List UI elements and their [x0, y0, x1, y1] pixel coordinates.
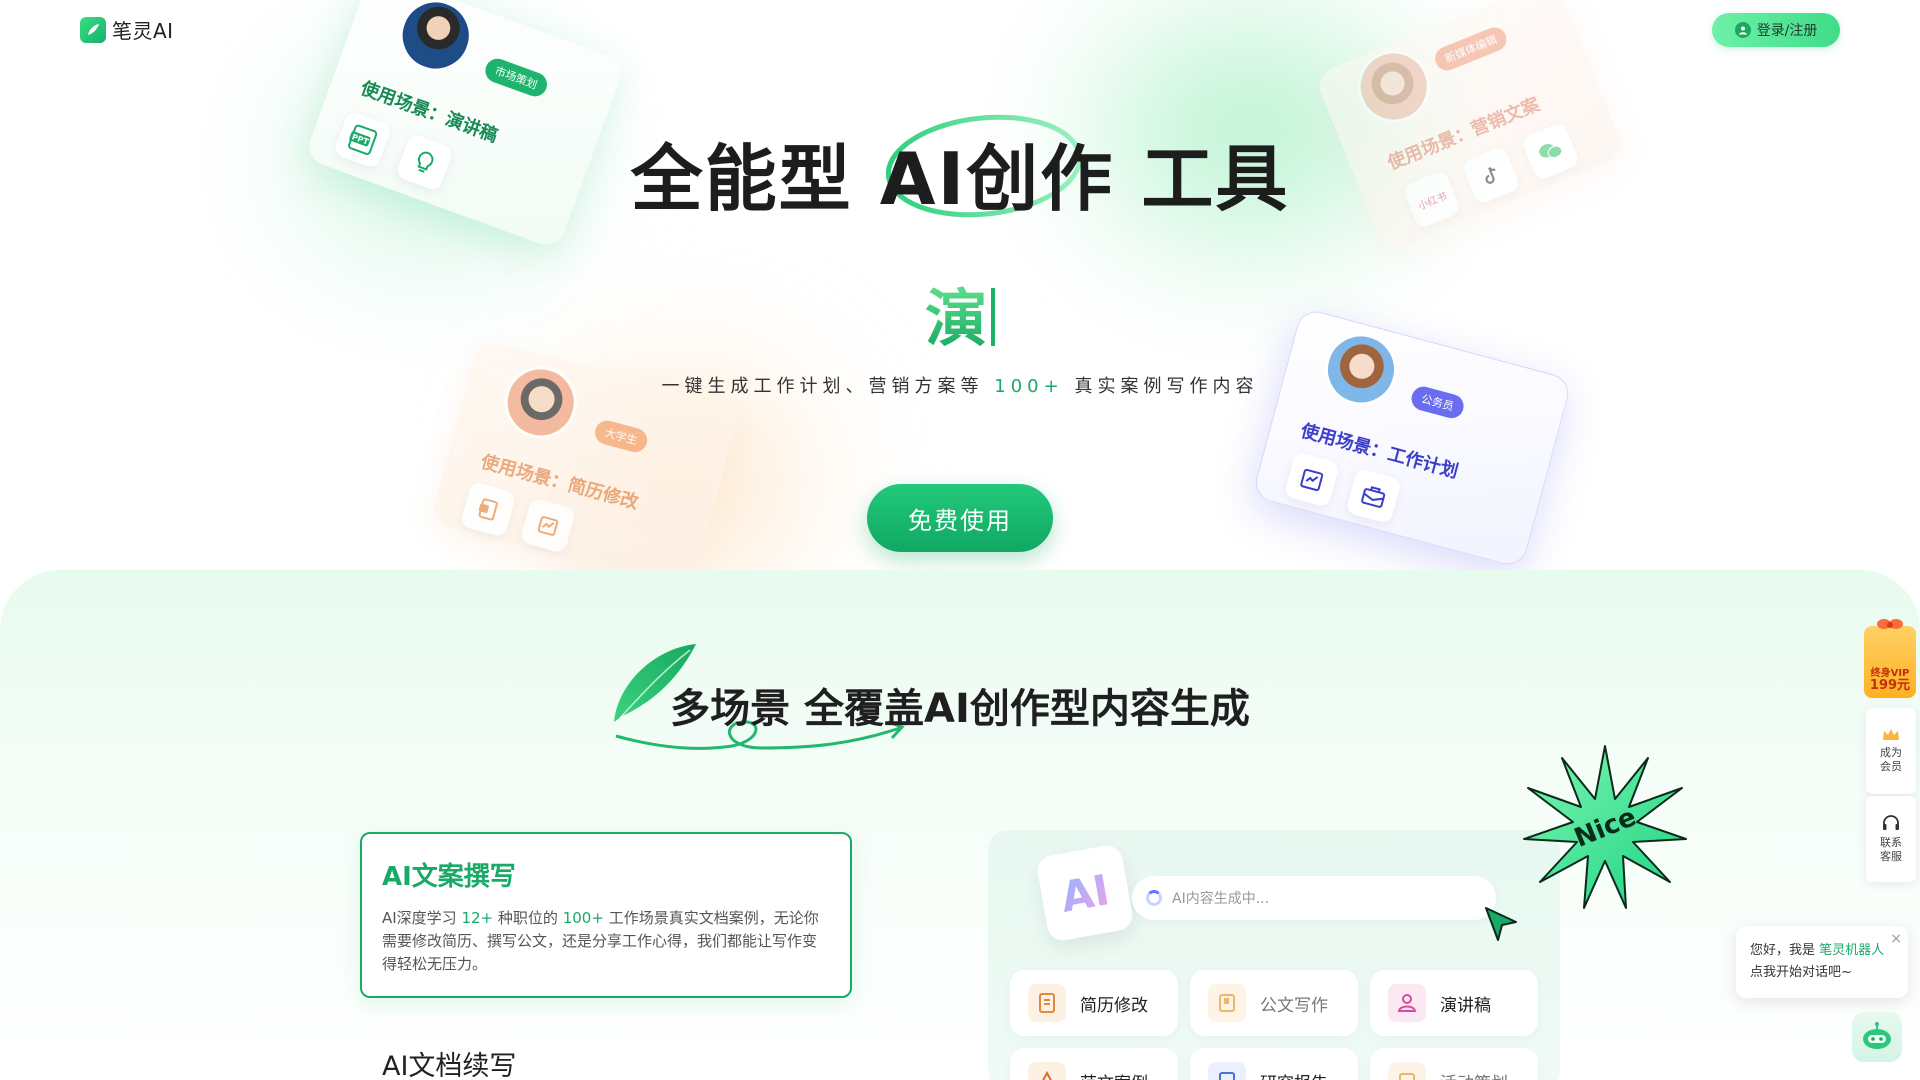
- close-icon[interactable]: ×: [1890, 928, 1902, 950]
- sample-icon: [1028, 1062, 1066, 1080]
- user-icon: [1734, 22, 1751, 38]
- logo-text: 笔灵AI: [112, 19, 174, 43]
- resume-icon: [1028, 984, 1066, 1022]
- research-icon: [1208, 1062, 1246, 1080]
- chip-label: 演讲稿: [1440, 995, 1491, 1016]
- chip-label: 公文写作: [1260, 995, 1328, 1016]
- ai-logo-tile: AI: [1035, 843, 1135, 943]
- lifetime-vip-promo[interactable]: 终身VIP 199元: [1864, 619, 1916, 698]
- nice-starburst-badge: Nice: [1523, 745, 1687, 909]
- chip-resume[interactable]: 简历修改: [1010, 970, 1178, 1036]
- chip-event[interactable]: 活动策划: [1370, 1048, 1538, 1080]
- chip-label: 活动策划: [1440, 1069, 1508, 1080]
- crown-icon: [1883, 729, 1899, 740]
- chip-label: 研究报告: [1260, 1069, 1328, 1080]
- subtitle-accent: 100+: [994, 376, 1064, 397]
- section-title: 多场景 全覆盖AI创作型内容生成: [670, 686, 1250, 732]
- loading-spinner-icon: [1146, 890, 1162, 906]
- briefcase-icon: [1345, 467, 1402, 525]
- chat-greeting: 您好，我是 笔灵机器人: [1750, 943, 1885, 958]
- login-register-button[interactable]: 登录/注册: [1712, 13, 1840, 47]
- contact-support-button[interactable]: 联系客服: [1866, 796, 1916, 882]
- hero-subtitle: 一键生成工作计划、营销方案等 100+ 真实案例写作内容: [0, 372, 1920, 398]
- logo[interactable]: 笔灵AI: [80, 15, 174, 44]
- member-label: 成为会员: [1880, 746, 1902, 773]
- generating-text: AI内容生成中...: [1172, 891, 1270, 907]
- chip-sample[interactable]: 范文案例: [1010, 1048, 1178, 1080]
- generating-status-bar: AI内容生成中...: [1132, 876, 1496, 920]
- vip-line-2: 199元: [1869, 678, 1911, 693]
- chart-icon: [519, 497, 577, 554]
- chip-research[interactable]: 研究报告: [1190, 1048, 1358, 1080]
- typing-caret: [991, 288, 995, 346]
- become-member-button[interactable]: 成为会员: [1866, 708, 1916, 794]
- support-label: 联系客服: [1880, 836, 1902, 863]
- chip-official-doc[interactable]: 公文写作: [1190, 970, 1358, 1036]
- subtitle-text: 真实案例写作内容: [1074, 376, 1259, 397]
- hero-title: 全能型 AI创作 工具: [630, 137, 1290, 221]
- event-icon: [1388, 1062, 1426, 1080]
- avatar: [389, 0, 482, 82]
- feature-title: AI文案撰写: [382, 862, 516, 892]
- chart-icon: [1283, 451, 1341, 508]
- feature-description: AI深度学习 12+ 种职位的 100+ 工作场景真实文档案例，无论你需要修改简…: [382, 909, 819, 973]
- feather-logo-icon: [80, 16, 106, 43]
- chip-label: 范文案例: [1080, 1069, 1148, 1080]
- gift-bow-icon: [1877, 619, 1903, 629]
- chat-prompt: 点我开始对话吧~: [1750, 965, 1852, 980]
- login-label: 登录/注册: [1756, 23, 1818, 39]
- speaker-icon: [1388, 984, 1426, 1022]
- free-use-button[interactable]: 免费使用: [867, 484, 1053, 552]
- robot-avatar-icon[interactable]: [1852, 1012, 1902, 1062]
- role-badge: 新媒体编辑: [1431, 23, 1511, 75]
- chip-speech[interactable]: 演讲稿: [1370, 970, 1538, 1036]
- role-badge: 市场策划: [482, 55, 551, 100]
- role-badge: 大学生: [592, 417, 650, 455]
- feature-card-copywriting[interactable]: AI文案撰写 AI深度学习 12+ 种职位的 100+ 工作场景真实文档案例，无…: [360, 832, 852, 998]
- chatbot-popup[interactable]: × 您好，我是 笔灵机器人 点我开始对话吧~: [1736, 926, 1908, 998]
- cursor-arrow-icon: [1485, 907, 1517, 941]
- chip-label: 简历修改: [1080, 995, 1148, 1016]
- official-doc-icon: [1208, 984, 1246, 1022]
- feature-tab-continuation[interactable]: AI文档续写: [382, 1044, 516, 1080]
- subtitle-text: 一键生成工作计划、营销方案等: [661, 376, 984, 397]
- document-icon: [460, 481, 517, 538]
- typing-text: 演: [0, 268, 1920, 358]
- typing-char: 演: [924, 282, 987, 355]
- headset-icon: [1883, 815, 1899, 830]
